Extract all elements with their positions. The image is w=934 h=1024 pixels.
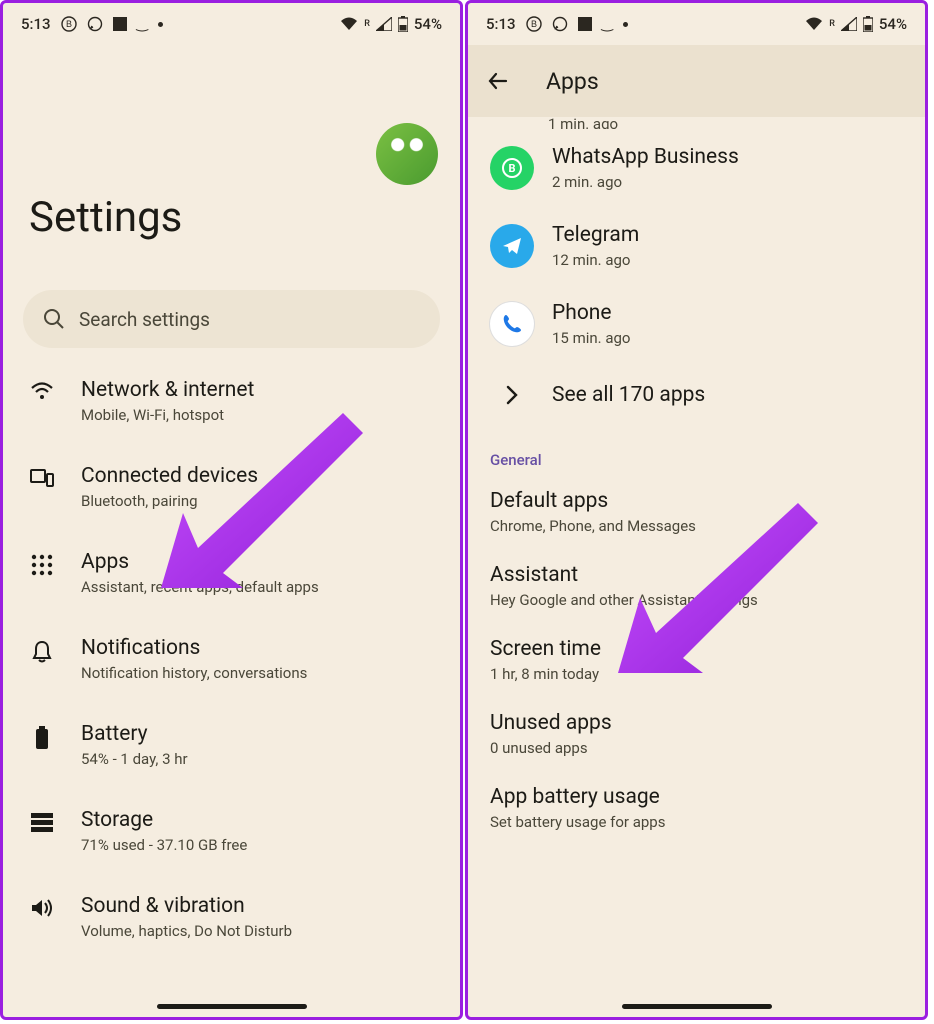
status-time: 5:13: [486, 15, 516, 33]
phone-app-icon: [490, 302, 534, 346]
settings-item-storage[interactable]: Storage 71% used - 37.10 GB free: [3, 788, 460, 874]
svg-text:B: B: [66, 19, 72, 29]
settings-item-notifications[interactable]: Notifications Notification history, conv…: [3, 616, 460, 702]
tilde-icon: ‿: [137, 16, 148, 32]
bell-icon: [29, 640, 55, 664]
wifi-icon: [805, 17, 823, 31]
signal-icon: [376, 17, 392, 31]
gen-title: App battery usage: [490, 785, 903, 809]
search-icon: [43, 308, 65, 330]
settings-item-title: Sound & vibration: [81, 894, 434, 918]
phone-right: 5:13 B ‿ R 54%: [465, 0, 928, 1020]
settings-item-sound[interactable]: Sound & vibration Volume, haptics, Do No…: [3, 874, 460, 960]
see-all-apps[interactable]: See all 170 apps: [468, 363, 925, 433]
general-default-apps[interactable]: Default apps Chrome, Phone, and Messages: [468, 475, 925, 549]
telegram-icon: [490, 224, 534, 268]
search-input[interactable]: Search settings: [23, 290, 440, 348]
signal-label: R: [829, 19, 835, 29]
storage-icon: [29, 812, 55, 832]
wifi-settings-icon: [29, 382, 55, 402]
see-all-label: See all 170 apps: [552, 383, 705, 407]
settings-item-sub: 54% - 1 day, 3 hr: [81, 750, 434, 768]
tilde-icon: ‿: [602, 16, 613, 32]
svg-text:B: B: [531, 19, 537, 29]
b-circle-icon: B: [526, 16, 542, 32]
settings-item-title: Network & internet: [81, 378, 434, 402]
settings-item-sub: Assistant, recent apps, default apps: [81, 578, 434, 596]
gen-title: Assistant: [490, 563, 903, 587]
recent-app-telegram[interactable]: Telegram 12 min. ago: [468, 207, 925, 285]
phone-left: 5:13 B ‿ R 54% Settings: [0, 0, 463, 1020]
battery-icon: [398, 16, 408, 32]
settings-item-apps[interactable]: Apps Assistant, recent apps, default app…: [3, 530, 460, 616]
settings-item-battery[interactable]: Battery 54% - 1 day, 3 hr: [3, 702, 460, 788]
settings-item-title: Apps: [81, 550, 434, 574]
settings-item-title: Connected devices: [81, 464, 434, 488]
app-sub: 12 min. ago: [552, 251, 639, 269]
battery-icon: [863, 16, 873, 32]
battery-settings-icon: [29, 726, 55, 750]
gen-sub: Set battery usage for apps: [490, 813, 903, 831]
whatsapp-status-icon: [552, 16, 568, 32]
signal-label: R: [364, 19, 370, 29]
settings-item-sub: Notification history, conversations: [81, 664, 434, 682]
settings-item-title: Battery: [81, 722, 434, 746]
settings-item-title: Notifications: [81, 636, 434, 660]
settings-item-sub: Volume, haptics, Do Not Disturb: [81, 922, 434, 940]
search-placeholder: Search settings: [79, 308, 210, 331]
signal-icon: [841, 17, 857, 31]
general-section-label: General: [468, 433, 925, 475]
apps-grid-icon: [29, 554, 55, 576]
gen-sub: 1 hr, 8 min today: [490, 665, 903, 683]
status-bar: 5:13 B ‿ R 54%: [3, 3, 460, 45]
chevron-right-icon: [490, 384, 534, 406]
battery-pct: 54%: [414, 15, 442, 33]
gen-sub: 0 unused apps: [490, 739, 903, 757]
status-time: 5:13: [21, 15, 51, 33]
square-icon: [113, 17, 127, 31]
gen-title: Screen time: [490, 637, 903, 661]
apps-header: Apps: [468, 45, 925, 117]
wifi-icon: [340, 17, 358, 31]
sound-icon: [29, 898, 55, 918]
svg-text:B: B: [508, 162, 515, 175]
general-unused-apps[interactable]: Unused apps 0 unused apps: [468, 697, 925, 771]
app-name: Telegram: [552, 223, 639, 247]
status-bar: 5:13 B ‿ R 54%: [468, 3, 925, 45]
gen-title: Default apps: [490, 489, 903, 513]
dot-icon: [158, 22, 163, 27]
general-screen-time[interactable]: Screen time 1 hr, 8 min today: [468, 623, 925, 697]
clipped-recent-sub: 1 min. ago: [468, 115, 925, 129]
back-button[interactable]: [486, 68, 512, 94]
settings-item-sub: Bluetooth, pairing: [81, 492, 434, 510]
general-battery-usage[interactable]: App battery usage Set battery usage for …: [468, 771, 925, 845]
nav-handle[interactable]: [157, 1004, 307, 1009]
app-name: WhatsApp Business: [552, 145, 739, 169]
app-sub: 15 min. ago: [552, 329, 630, 347]
app-name: Phone: [552, 301, 630, 325]
square-icon: [578, 17, 592, 31]
avatar[interactable]: [376, 123, 438, 185]
settings-item-title: Storage: [81, 808, 434, 832]
recent-app-phone[interactable]: Phone 15 min. ago: [468, 285, 925, 363]
b-circle-icon: B: [61, 16, 77, 32]
app-sub: 2 min. ago: [552, 173, 739, 191]
dot-icon: [623, 22, 628, 27]
apps-header-title: Apps: [546, 68, 599, 95]
settings-item-network[interactable]: Network & internet Mobile, Wi-Fi, hotspo…: [3, 358, 460, 444]
recent-app-whatsapp[interactable]: B WhatsApp Business 2 min. ago: [468, 129, 925, 207]
gen-sub: Hey Google and other Assistant settings: [490, 591, 903, 609]
settings-item-sub: Mobile, Wi-Fi, hotspot: [81, 406, 434, 424]
gen-sub: Chrome, Phone, and Messages: [490, 517, 903, 535]
general-assistant[interactable]: Assistant Hey Google and other Assistant…: [468, 549, 925, 623]
settings-item-sub: 71% used - 37.10 GB free: [81, 836, 434, 854]
settings-item-connected[interactable]: Connected devices Bluetooth, pairing: [3, 444, 460, 530]
gen-title: Unused apps: [490, 711, 903, 735]
battery-pct: 54%: [879, 15, 907, 33]
nav-handle[interactable]: [622, 1004, 772, 1009]
whatsapp-business-icon: B: [490, 146, 534, 190]
whatsapp-status-icon: [87, 16, 103, 32]
devices-icon: [29, 468, 55, 488]
